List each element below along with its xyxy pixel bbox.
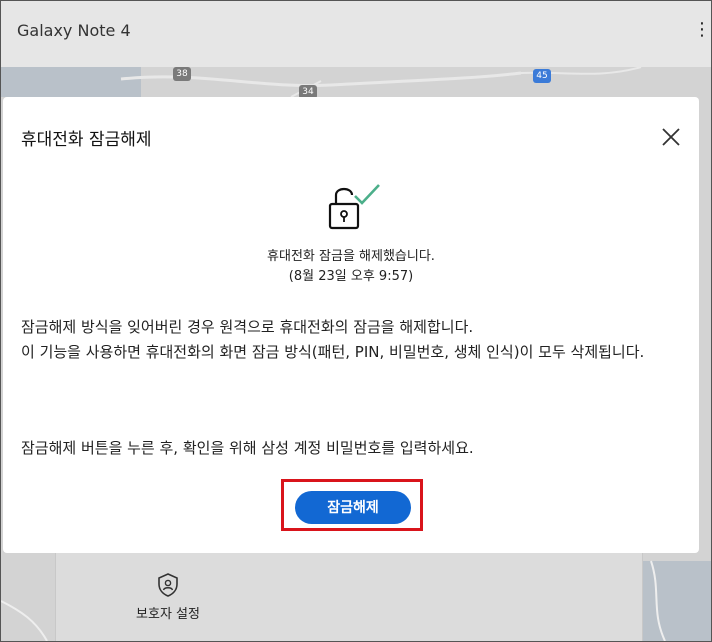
device-name: Galaxy Note 4 — [17, 21, 131, 40]
shield-person-icon — [158, 573, 178, 597]
dialog-description: 잠금해제 방식을 잊어버린 경우 원격으로 휴대전화의 잠금을 해제합니다. 이… — [21, 315, 681, 365]
unlocked-lock-icon — [328, 184, 380, 230]
unlock-button[interactable]: 잠금해제 — [295, 491, 411, 524]
kebab-menu-icon[interactable]: ⋮ — [693, 19, 711, 40]
device-header: Galaxy Note 4 ⋮ — [1, 1, 711, 67]
dialog-instruction: 잠금해제 버튼을 누른 후, 확인을 위해 삼성 계정 비밀번호를 입력하세요. — [21, 439, 474, 457]
description-line: 잠금해제 방식을 잊어버린 경우 원격으로 휴대전화의 잠금을 해제합니다. — [21, 318, 474, 336]
close-icon[interactable] — [661, 127, 681, 147]
unlock-status: 휴대전화 잠금을 해제했습니다. — [267, 249, 435, 264]
check-icon — [354, 184, 380, 205]
road-label: 38 — [173, 67, 191, 81]
feature-panel: 보호자 설정 — [55, 553, 643, 641]
road-label: 45 — [533, 69, 551, 83]
screen-frame: 38 34 45 Galaxy Note 4 ⋮ 보호자 설정 휴대전화 잠금해… — [0, 0, 712, 642]
description-line: 이 기능을 사용하면 휴대전화의 화면 잠금 방식(패턴, PIN, 비밀번호,… — [21, 343, 645, 361]
unlock-timestamp: (8월 23일 오후 9:57) — [288, 269, 414, 284]
guardian-settings-button[interactable]: 보호자 설정 — [128, 573, 208, 622]
guardian-settings-label: 보호자 설정 — [136, 607, 200, 622]
dialog-title: 휴대전화 잠금해제 — [21, 130, 152, 150]
unlock-dialog: 휴대전화 잠금해제 휴대전화 잠금을 해제했습니다. (8월 23일 오후 9:… — [3, 97, 699, 553]
